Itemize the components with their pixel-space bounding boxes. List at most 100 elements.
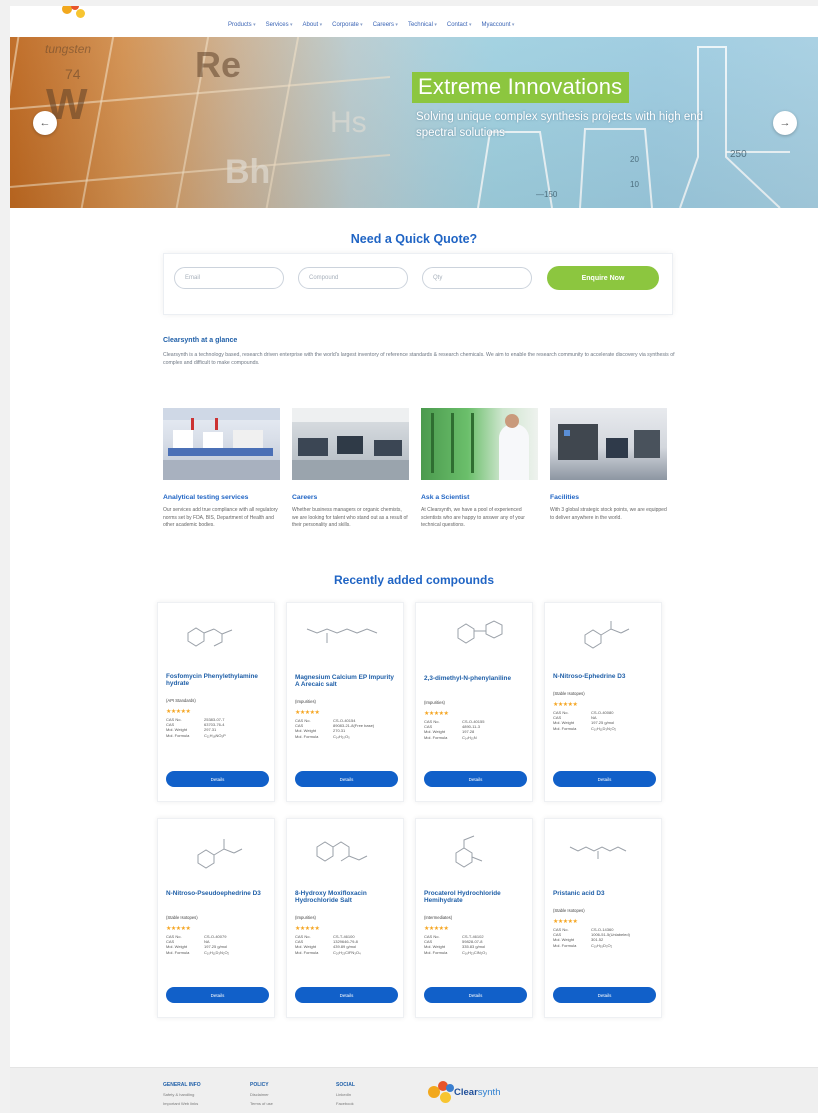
nav-careers[interactable]: Careers bbox=[373, 22, 398, 28]
property-row: Mol. Formula C₁₉H₃₅D₃O₂ bbox=[553, 943, 657, 948]
feature-title: Analytical testing services bbox=[163, 494, 249, 501]
property-row: Mol. Formula C₁₁H₁₈NO₅P bbox=[166, 733, 270, 738]
quantity-input[interactable]: Qty bbox=[422, 267, 532, 289]
compound-name[interactable]: Pristanic acid D3 bbox=[553, 890, 657, 897]
compound-name[interactable]: N-Nitroso-Pseudoephedrine D3 bbox=[166, 890, 270, 897]
footer-heading: SOCIAL bbox=[336, 1082, 355, 1088]
lab-equipment-image bbox=[163, 408, 280, 480]
brand-part-1: Clear bbox=[454, 1087, 478, 1098]
details-button[interactable]: Details bbox=[424, 771, 527, 787]
feature-analytical[interactable]: Analytical testing services Our services… bbox=[163, 408, 280, 530]
compound-properties: CAS No. CS-O-40079 CAS NA Mol. Weight 197.25 … bbox=[166, 934, 270, 955]
details-button[interactable]: Details bbox=[295, 771, 398, 787]
footer-link[interactable]: Safety & handling bbox=[163, 1092, 201, 1097]
footer-general-info: GENERAL INFO Safety & handling Important… bbox=[163, 1082, 201, 1106]
brand-part-2: synth bbox=[477, 1087, 501, 1098]
rating-stars-icon: ★★★★★ bbox=[166, 709, 191, 715]
property-value: C₁₀H₁₁D₃N₂O₂ bbox=[204, 949, 230, 955]
compound-card[interactable]: 2,3-dimethyl-N-phenylaniline (Impurities)… bbox=[415, 602, 533, 802]
compound-card[interactable]: 8-Hydroxy Moxifloxacin Hydrochloride Sal… bbox=[286, 818, 404, 1018]
structure-image bbox=[187, 627, 233, 647]
top-bar: Products Services About Corporate Career… bbox=[10, 6, 818, 37]
hero-title: Extreme Innovations bbox=[412, 72, 630, 103]
details-button[interactable]: Details bbox=[295, 987, 398, 1003]
compound-properties: CAS No. 25383-07-7 CAS 63703-76-4 Mol. Weigh… bbox=[166, 717, 270, 738]
nav-services[interactable]: Services bbox=[266, 22, 293, 28]
property-row: Mol. Formula C₁₀H₁₁D₃N₂O₂ bbox=[553, 726, 657, 731]
compound-name[interactable]: Fosfomycin Phenylethylamine hydrate bbox=[166, 673, 270, 687]
compound-properties: CAS No. CS-O-40155 CAS 4890-11-3 Mol. Weight… bbox=[424, 719, 528, 740]
property-value: C₁₆H₂₃ClN₂O₃ bbox=[462, 949, 487, 955]
compound-category: (Stable Isotopes) bbox=[553, 691, 585, 696]
enquire-now-button[interactable]: Enquire Now bbox=[547, 266, 659, 290]
office-image bbox=[292, 408, 409, 480]
scientist-image bbox=[421, 408, 538, 480]
compound-category: (Intermediates) bbox=[424, 915, 453, 920]
rating-stars-icon: ★★★★★ bbox=[295, 710, 320, 716]
nav-myaccount[interactable]: Myaccount bbox=[481, 22, 514, 28]
compound-name[interactable]: Magnesium Calcium EP Impurity A Arecaic … bbox=[295, 674, 399, 688]
feature-careers[interactable]: Careers Whether business managers or org… bbox=[292, 408, 409, 530]
header-logo[interactable] bbox=[56, 6, 166, 24]
compound-properties: CAS No. CS-O-14360 CAS 1006-51-5(Unlabeled)… bbox=[553, 927, 657, 948]
compound-properties: CAS No. CS-O-40080 CAS NA Mol. Weight 197.25 … bbox=[553, 710, 657, 731]
details-button[interactable]: Details bbox=[424, 987, 527, 1003]
footer-logo[interactable]: Clearsynth bbox=[424, 1078, 524, 1106]
glance-text: Clearsynth is a technology based, resear… bbox=[163, 352, 675, 366]
compound-category: (Stable Isotopes) bbox=[553, 908, 585, 913]
footer-link[interactable]: Terms of use bbox=[250, 1101, 273, 1106]
compound-card[interactable]: Pristanic acid D3 (Stable Isotopes) ★★★★★ C… bbox=[544, 818, 662, 1018]
footer-heading: GENERAL INFO bbox=[163, 1082, 201, 1088]
details-button[interactable]: Details bbox=[553, 987, 656, 1003]
property-key: Mol. Formula bbox=[553, 942, 577, 948]
footer: GENERAL INFO Safety & handling Important… bbox=[10, 1067, 818, 1113]
nav-technical[interactable]: Technical bbox=[408, 22, 437, 28]
nav-corporate[interactable]: Corporate bbox=[332, 22, 363, 28]
property-key: Mol. Formula bbox=[166, 949, 190, 955]
nav-about[interactable]: About bbox=[303, 22, 323, 28]
compound-category: (Impurities) bbox=[295, 699, 316, 704]
email-input[interactable]: Email bbox=[174, 267, 284, 289]
compound-card[interactable]: N-Nitroso-Pseudoephedrine D3 (Stable Isot… bbox=[157, 818, 275, 1018]
compound-name[interactable]: 8-Hydroxy Moxifloxacin Hydrochloride Sal… bbox=[295, 890, 399, 904]
compound-name[interactable]: N-Nitroso-Ephedrine D3 bbox=[553, 673, 657, 680]
compound-category: (API Standards) bbox=[166, 698, 196, 703]
compound-name[interactable]: 2,3-dimethyl-N-phenylaniline bbox=[424, 675, 528, 682]
footer-link[interactable]: Disclaimer bbox=[250, 1092, 273, 1097]
feature-text: Whether business managers or organic che… bbox=[292, 507, 408, 528]
property-row: Mol. Formula C₁₄H₁₅N bbox=[424, 735, 528, 740]
compound-card[interactable]: Procaterol Hydrochloride Hemihydrate (Int… bbox=[415, 818, 533, 1018]
feature-ask-scientist[interactable]: Ask a Scientist At Clearsynth, we have a… bbox=[421, 408, 538, 530]
structure-image bbox=[197, 839, 243, 869]
property-key: Mol. Formula bbox=[166, 732, 190, 738]
compound-card[interactable]: Fosfomycin Phenylethylamine hydrate (API … bbox=[157, 602, 275, 802]
arrow-right-icon[interactable]: → bbox=[773, 111, 797, 135]
feature-title: Facilities bbox=[550, 494, 580, 501]
nav-products[interactable]: Products bbox=[228, 22, 256, 28]
rating-stars-icon: ★★★★★ bbox=[424, 711, 449, 717]
arrow-left-icon[interactable]: ← bbox=[33, 111, 57, 135]
compound-properties: CAS No. CS-T-46102 CAS 59828-07-8 Mol. Weigh… bbox=[424, 934, 528, 955]
page: Products Services About Corporate Career… bbox=[10, 6, 818, 1113]
footer-link[interactable]: Important Web links bbox=[163, 1101, 201, 1106]
property-value: C₁₉H₃₅D₃O₂ bbox=[591, 942, 613, 948]
property-key: Mol. Formula bbox=[424, 949, 448, 955]
hero-carousel: 74 W Re Bh tungsten Hs —150 20 10 250 bbox=[10, 37, 818, 208]
facebook-link[interactable]: Facebook bbox=[336, 1101, 355, 1106]
compound-card[interactable]: Magnesium Calcium EP Impurity A Arecaic … bbox=[286, 602, 404, 802]
details-button[interactable]: Details bbox=[166, 771, 269, 787]
details-button[interactable]: Details bbox=[553, 771, 656, 787]
compound-input[interactable]: Compound bbox=[298, 267, 408, 289]
feature-title: Ask a Scientist bbox=[421, 494, 470, 501]
linkedin-link[interactable]: LinkedIn bbox=[336, 1092, 355, 1097]
footer-brand: Clearsynth bbox=[454, 1087, 500, 1098]
details-button[interactable]: Details bbox=[166, 987, 269, 1003]
compound-name[interactable]: Procaterol Hydrochloride Hemihydrate bbox=[424, 890, 528, 904]
compound-card[interactable]: N-Nitroso-Ephedrine D3 (Stable Isotopes) ★… bbox=[544, 602, 662, 802]
feature-text: With 3 global strategic stock points, we… bbox=[550, 507, 667, 521]
property-row: Mol. Formula C₁₆H₂₃ClN₂O₃ bbox=[424, 950, 528, 955]
property-value: C₁₀H₁₁D₃N₂O₂ bbox=[591, 725, 617, 731]
feature-facilities[interactable]: Facilities With 3 global strategic stock… bbox=[550, 408, 667, 522]
nav-contact[interactable]: Contact bbox=[447, 22, 472, 28]
structure-image bbox=[569, 846, 627, 859]
